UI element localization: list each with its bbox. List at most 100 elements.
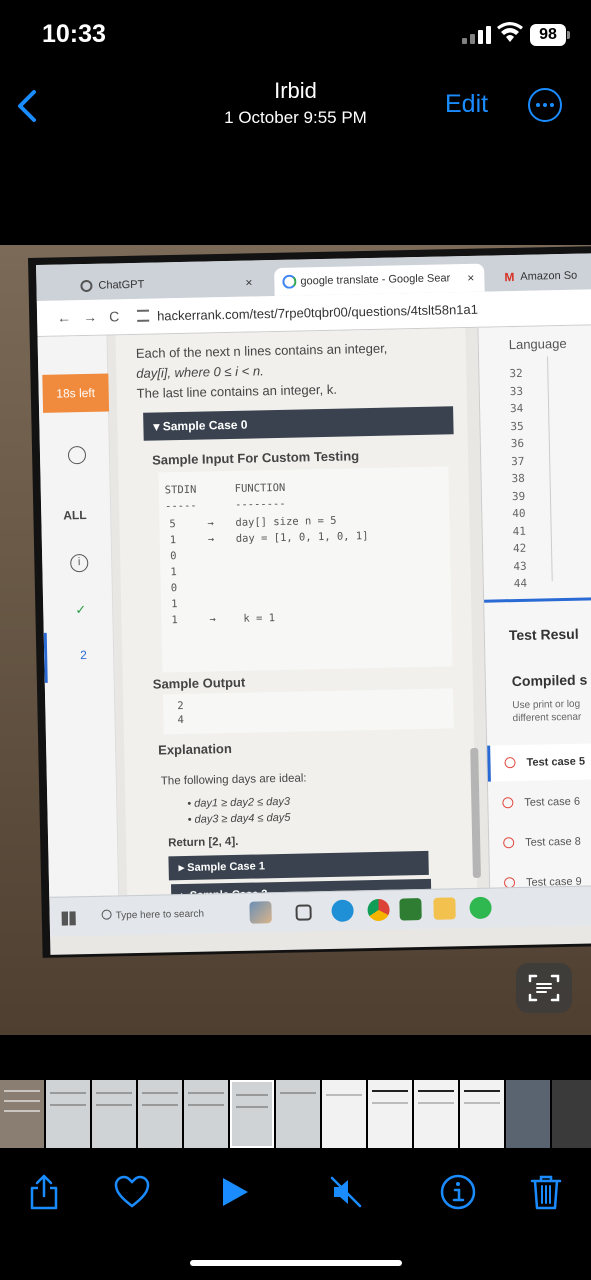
mute-icon[interactable]	[326, 1172, 366, 1212]
ideal-bullet: • day3 ≥ day4 ≤ day5	[187, 811, 291, 826]
problem-statement-pane: Each of the next n lines contains an int…	[115, 328, 481, 909]
tab-label: google translate - Google Sear	[300, 272, 451, 288]
info-icon[interactable]: i	[70, 553, 89, 573]
photo-thumbnail[interactable]	[184, 1080, 228, 1148]
photo-thumbnail-selected[interactable]	[230, 1080, 274, 1148]
arrow-icon: →	[209, 613, 216, 626]
photo-thumbnail[interactable]	[506, 1080, 550, 1148]
active-question-indicator	[43, 632, 48, 683]
tab-amazon[interactable]: M Amazon So	[498, 261, 591, 291]
photo-location-title: Irbid	[274, 78, 317, 103]
app-icon[interactable]	[399, 898, 422, 921]
function-line: k = 1	[243, 612, 276, 625]
stdin-label: STDIN	[164, 483, 197, 497]
site-settings-icon[interactable]	[136, 309, 150, 322]
test-case-item[interactable]: Test case 8	[489, 823, 591, 862]
sample-output-block: 2 4	[163, 688, 454, 735]
sample-case-0-header[interactable]: ▾ Sample Case 0	[143, 406, 454, 441]
compiled-status: Compiled s	[511, 671, 588, 690]
photo-thumbnail[interactable]	[414, 1080, 458, 1148]
tab-google-translate[interactable]: google translate - Google Sear ×	[274, 263, 485, 297]
photo-thumbnail[interactable]	[276, 1080, 320, 1148]
line-number: 34	[509, 401, 524, 416]
chrome-icon[interactable]	[367, 898, 390, 922]
photo-thumbnail[interactable]	[46, 1080, 90, 1148]
favorite-heart-icon[interactable]	[112, 1172, 152, 1212]
line-number: 35	[510, 419, 524, 433]
tab-label: ChatGPT	[98, 278, 145, 292]
edit-button[interactable]: Edit	[445, 90, 488, 119]
reload-icon[interactable]: C	[109, 308, 119, 324]
status-bar: 10:33 98	[0, 0, 591, 70]
home-indicator[interactable]	[190, 1260, 402, 1266]
function-line: day[] size n = 5	[235, 514, 337, 529]
trash-icon[interactable]	[526, 1172, 566, 1212]
share-icon[interactable]	[24, 1172, 64, 1212]
line-numbers: 32 33 34 35 36 37 38 39 40 41 42 43 44	[509, 365, 527, 593]
info-icon[interactable]	[438, 1172, 478, 1212]
compiled-hint: Use print or log different scenar	[512, 697, 591, 725]
live-text-button[interactable]	[516, 963, 572, 1013]
question-rail: 18s left ALL i ✓ 2	[37, 335, 120, 897]
gmail-icon: M	[504, 269, 515, 285]
test-case-item[interactable]: Test case 6	[488, 783, 591, 822]
test-case-item[interactable]: Test case 5	[487, 742, 591, 782]
input-line: 1	[170, 566, 177, 579]
flag-icon[interactable]	[67, 445, 87, 465]
line-number: 43	[513, 559, 527, 573]
sample-input-block: STDIN FUNCTION ----- -------- 5 1 0 1 0 …	[158, 466, 453, 673]
line-number: 44	[513, 576, 528, 591]
weather-widget-icon[interactable]	[249, 901, 272, 924]
test-case-label: Test case 5	[526, 755, 586, 769]
stdin-separator: -----	[164, 499, 197, 513]
explanation-heading: Explanation	[158, 741, 233, 758]
browser-forward-icon[interactable]: →	[83, 309, 97, 325]
input-line: 0	[170, 550, 177, 563]
output-line: 2	[177, 700, 184, 713]
file-explorer-icon[interactable]	[433, 897, 456, 920]
all-questions-link[interactable]: ALL	[63, 508, 87, 522]
results-divider[interactable]	[484, 596, 591, 603]
close-tab-icon[interactable]: ×	[467, 264, 475, 292]
language-selector-label[interactable]: Language	[509, 336, 567, 352]
photo-thumbnail[interactable]	[0, 1080, 44, 1148]
function-line: day = [1, 0, 1, 0, 1]	[235, 530, 369, 545]
question-number[interactable]: 2	[80, 648, 87, 662]
line-number: 32	[509, 366, 523, 381]
photo-thumbnail[interactable]	[92, 1080, 136, 1148]
photo-thumbnail[interactable]	[368, 1080, 412, 1148]
photo-toolbar	[0, 1160, 591, 1230]
sample-case-1-header[interactable]: ▸ Sample Case 1	[168, 850, 429, 881]
arrow-icon: →	[207, 533, 215, 546]
play-icon[interactable]	[214, 1172, 254, 1212]
tab-chatgpt[interactable]: ChatGPT ×	[72, 268, 263, 300]
browser-back-icon[interactable]: ←	[57, 309, 71, 325]
photo-thumbnail[interactable]	[322, 1080, 366, 1148]
line-number: 42	[512, 541, 527, 556]
input-line: 1	[169, 534, 177, 547]
sample-output-heading: Sample Output	[152, 674, 246, 692]
url-field[interactable]: hackerrank.com/test/7rpe0tqbr00/question…	[157, 302, 478, 324]
photo-nav-bar: Irbid 1 October 9:55 PM Edit	[0, 70, 591, 140]
line-number: 36	[510, 436, 525, 451]
photo-thumbnail[interactable]	[460, 1080, 504, 1148]
wifi-icon	[497, 22, 523, 42]
output-line: 4	[177, 714, 185, 727]
input-line: 1	[171, 598, 178, 611]
photo-thumbnail[interactable]	[552, 1080, 591, 1148]
line-number: 33	[509, 384, 524, 398]
close-tab-icon[interactable]: ×	[245, 268, 253, 296]
windows-start-icon[interactable]	[61, 911, 76, 926]
taskbar-search[interactable]: Type here to search	[93, 900, 234, 931]
sample-input-heading: Sample Input For Custom Testing	[151, 448, 360, 468]
edge-icon[interactable]	[331, 899, 354, 922]
whatsapp-icon[interactable]	[469, 896, 492, 920]
return-text: Return [2, 4].	[168, 835, 239, 850]
task-view-icon[interactable]	[295, 904, 312, 921]
function-label: FUNCTION	[234, 481, 286, 495]
photo-thumbnail[interactable]	[138, 1080, 182, 1148]
more-options-icon[interactable]	[528, 88, 562, 122]
input-line: 5	[169, 518, 176, 531]
battery-tip	[567, 31, 570, 39]
test-case-label: Test case 6	[524, 795, 581, 809]
